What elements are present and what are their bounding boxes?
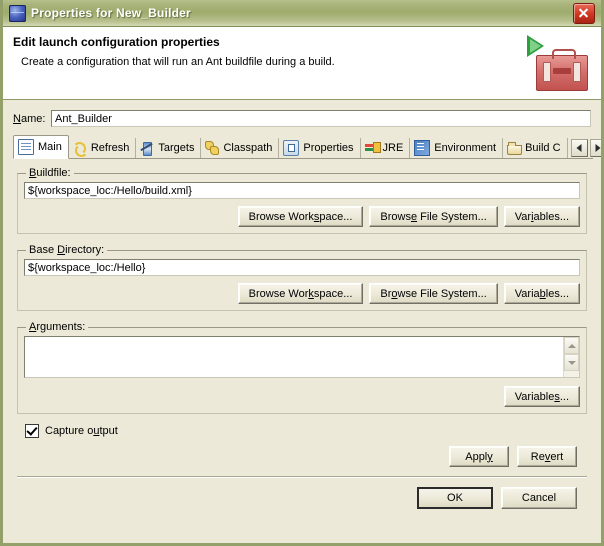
arguments-scrollbar[interactable] [563, 337, 579, 377]
dialog-header: Edit launch configuration properties Cre… [3, 27, 601, 100]
tab-scroll-controls [569, 139, 601, 157]
refresh-icon [72, 141, 88, 157]
apply-button[interactable]: Apply [449, 446, 509, 467]
environment-icon [414, 140, 431, 156]
page-title: Edit launch configuration properties [13, 35, 220, 49]
tab-label: Targets [158, 142, 195, 154]
base-directory-browse-workspace-button[interactable]: Browse Workspace... [237, 283, 364, 304]
dialog-body: Name: Main Refresh Targets Classpath [3, 100, 601, 509]
tab-label: Main [38, 141, 62, 153]
cancel-button[interactable]: Cancel [501, 487, 577, 509]
close-icon[interactable] [573, 2, 595, 24]
buildfile-browse-workspace-button[interactable]: Browse Workspace... [237, 206, 364, 227]
buildfile-group: Buildfile: Browse Workspace... Browse Fi… [17, 167, 587, 234]
base-directory-input[interactable] [24, 259, 580, 276]
tab-label: Refresh [90, 142, 130, 154]
arguments-legend: Arguments: [29, 321, 86, 333]
tab-main[interactable]: Main [13, 135, 69, 159]
arguments-button-row: Variables... [24, 386, 580, 407]
name-label: Name: [13, 112, 46, 125]
tab-classpath[interactable]: Classpath [201, 138, 280, 158]
ant-toolbox-icon [523, 33, 588, 93]
tab-label: Properties [303, 142, 354, 154]
tab-jre[interactable]: JRE [361, 138, 411, 158]
tab-scroll-right-icon[interactable] [589, 139, 601, 157]
tab-properties[interactable]: Properties [279, 138, 361, 158]
arguments-textarea-wrap [24, 336, 580, 378]
capture-output-checkbox[interactable] [25, 424, 39, 438]
classpath-icon [205, 141, 220, 155]
ok-cancel-bar: OK Cancel [17, 478, 587, 509]
base-directory-variables-button[interactable]: Variables... [503, 283, 580, 304]
ok-button[interactable]: OK [417, 487, 493, 509]
buildfile-input[interactable] [24, 182, 580, 199]
revert-button[interactable]: Revert [517, 446, 577, 467]
tab-strip: Main Refresh Targets Classpath Propertie… [13, 135, 601, 159]
name-row: Name: [11, 106, 593, 135]
document-icon [18, 139, 34, 155]
tab-refresh[interactable]: Refresh [69, 138, 137, 158]
build-icon [507, 141, 523, 155]
scroll-up-icon[interactable] [564, 337, 579, 354]
tab-build-options[interactable]: Build C [503, 138, 568, 158]
title-bar: Properties for New_Builder [3, 0, 601, 27]
toolbox-handle [552, 49, 576, 59]
play-triangle-icon [527, 35, 544, 57]
arguments-group: Arguments: Variables... [17, 321, 587, 414]
arguments-variables-button[interactable]: Variables... [503, 386, 580, 407]
tab-label: Environment [434, 142, 497, 154]
base-directory-legend: Base Directory: [29, 244, 105, 256]
capture-output-label: Capture output [45, 425, 118, 437]
buildfile-variables-button[interactable]: Variables... [503, 206, 580, 227]
tab-label: Build C [525, 142, 561, 154]
toolbox-slot [553, 68, 571, 74]
buildfile-browse-filesystem-button[interactable]: Browse File System... [369, 206, 498, 227]
buildfile-button-row: Browse Workspace... Browse File System..… [24, 206, 580, 227]
base-directory-group: Base Directory: Browse Workspace... Brow… [17, 244, 587, 311]
globe-icon [9, 4, 26, 22]
target-icon [140, 141, 154, 156]
jre-icon [364, 141, 381, 155]
capture-output-row: Capture output [25, 424, 587, 438]
tab-label: JRE [382, 142, 404, 154]
properties-dialog: Properties for New_Builder Edit launch c… [0, 0, 604, 546]
scroll-down-icon[interactable] [564, 354, 579, 371]
arguments-textarea[interactable] [25, 337, 563, 377]
tab-page-main: Buildfile: Browse Workspace... Browse Fi… [11, 159, 593, 509]
properties-icon [283, 140, 300, 156]
base-directory-browse-filesystem-button[interactable]: Browse File System... [369, 283, 498, 304]
toolbox-icon [536, 49, 588, 91]
name-input[interactable] [51, 110, 591, 127]
tab-targets[interactable]: Targets [136, 138, 202, 158]
toolbox-latch-right [573, 62, 581, 82]
window-title: Properties for New_Builder [31, 6, 191, 20]
base-directory-button-row: Browse Workspace... Browse File System..… [24, 283, 580, 304]
tab-environment[interactable]: Environment [410, 138, 504, 158]
apply-revert-bar: Apply Revert [17, 438, 587, 476]
tab-scroll-left-icon[interactable] [570, 139, 588, 157]
tab-label: Classpath [223, 142, 273, 154]
buildfile-legend: Buildfile: [29, 167, 71, 179]
page-description: Create a configuration that will run an … [21, 56, 335, 68]
toolbox-latch-left [543, 62, 551, 82]
